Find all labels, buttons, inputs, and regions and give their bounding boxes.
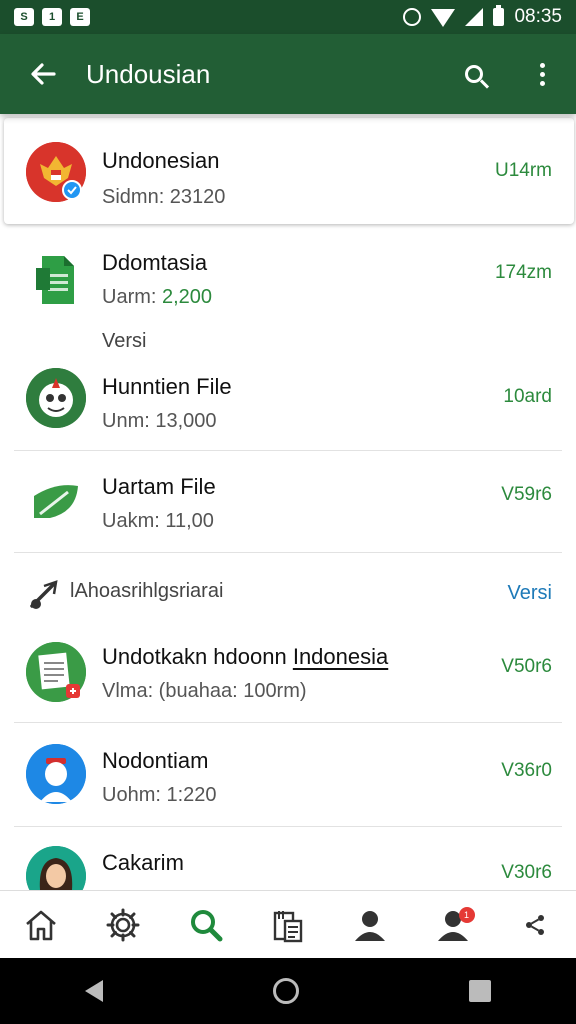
nav-search[interactable] <box>176 895 236 955</box>
gear-icon <box>106 908 140 941</box>
notification-icon: E <box>70 8 90 26</box>
emblem-icon <box>26 142 86 202</box>
item-subtitle: Unm: 13,000 <box>102 410 217 432</box>
nav-settings[interactable] <box>93 895 153 955</box>
item-title: Uartam File <box>102 474 216 499</box>
item-subtitle: Vlma: (buahaa: 100rm) <box>102 680 307 702</box>
alarm-icon <box>403 8 422 26</box>
list-item[interactable]: Undotkakn hdoonn Indonesia Vlma: (buahaa… <box>14 634 562 720</box>
item-meta: 174zm <box>494 262 552 283</box>
results-list[interactable]: Undonesian Sidmn: 23120 U14rm Ddomtasia … <box>0 114 576 890</box>
item-subtitle: Uohm: 1:220 <box>102 784 217 806</box>
signal-icon <box>465 8 484 26</box>
battery-icon <box>493 5 505 26</box>
bottom-navigation: 1 <box>0 890 576 958</box>
nav-profile[interactable] <box>340 895 400 955</box>
section-label: Versi <box>102 330 147 352</box>
item-title: Ddomtasia <box>102 250 208 275</box>
list-item[interactable]: Uartam File Uakm: 11,00 V59r6 <box>14 464 562 550</box>
item-meta: V36r0 <box>501 760 552 781</box>
item-meta: V30r6 <box>501 862 552 883</box>
system-navigation-bar <box>0 958 576 1024</box>
item-meta: U14rm <box>494 160 552 181</box>
spreadsheet-icon <box>26 250 86 310</box>
item-subtitle: Sidmn: 23120 <box>102 186 226 208</box>
notification-icons: S 1 E <box>14 8 90 26</box>
arrow-left-icon <box>31 63 56 85</box>
search-icon <box>190 909 223 941</box>
item-meta: V50r6 <box>501 656 552 677</box>
list-item[interactable]: Nodontiam Uohm: 1:220 V36r0 <box>14 738 562 824</box>
page-title: Undousian <box>86 58 211 89</box>
item-title: Cakarim <box>102 850 184 875</box>
section-title: lAhoasrihlgsriarai <box>70 580 224 602</box>
divider <box>14 552 562 553</box>
item-meta: V59r6 <box>501 484 552 505</box>
status-time: 08:35 <box>514 6 562 27</box>
more-vert-icon <box>539 62 545 86</box>
home-icon <box>26 910 56 940</box>
woman-icon <box>26 846 86 890</box>
system-home-button[interactable] <box>273 978 299 1004</box>
mask-icon <box>26 368 86 428</box>
nav-share[interactable] <box>505 895 565 955</box>
status-bar: S 1 E 08:35 <box>0 0 576 34</box>
notification-icon: 1 <box>42 8 62 26</box>
item-subtitle: Uarm: 2,200 <box>102 286 213 308</box>
app-bar: Undousian <box>0 34 576 114</box>
search-icon <box>465 65 483 83</box>
documents-icon <box>273 910 303 942</box>
share-icon <box>525 914 544 935</box>
more-options-button[interactable] <box>508 34 576 114</box>
item-subtitle: Uakm: 11,00 <box>102 510 214 532</box>
item-title: Nodontiam <box>102 748 209 773</box>
list-item[interactable]: Hunntien File Unm: 13,000 10ard <box>14 364 562 450</box>
indonesia-link[interactable]: Indonesia <box>293 644 388 669</box>
person-icon <box>355 910 386 941</box>
list-item[interactable]: Ddomtasia Uarm: 2,200 174zm <box>14 240 562 320</box>
list-item[interactable]: Cakarim V30r6 <box>14 840 562 890</box>
document-icon <box>26 642 86 702</box>
item-title: Hunntien File <box>102 374 232 399</box>
person-icon <box>26 744 86 804</box>
section-action-link[interactable]: Versi <box>508 582 552 605</box>
item-meta: 10ard <box>503 386 552 407</box>
notification-icon: S <box>14 8 34 26</box>
leaf-icon <box>26 470 86 530</box>
nav-documents[interactable] <box>258 895 318 955</box>
system-recents-button[interactable] <box>469 980 491 1002</box>
nav-home[interactable] <box>11 895 71 955</box>
item-title: Undotkakn hdoonn Indonesia <box>102 644 389 669</box>
list-item[interactable]: Undonesian Sidmn: 23120 U14rm <box>4 118 574 224</box>
divider <box>14 722 562 723</box>
search-button[interactable] <box>440 34 508 114</box>
notification-badge: 1 <box>458 906 475 923</box>
system-back-button[interactable] <box>85 980 103 1002</box>
nav-contacts[interactable]: 1 <box>423 895 483 955</box>
divider <box>14 450 562 451</box>
broadcast-icon <box>30 580 58 609</box>
item-title: Undonesian <box>102 148 220 173</box>
divider <box>14 826 562 827</box>
back-button[interactable] <box>0 34 86 114</box>
section-header: lAhoasrihlgsriarai Versi <box>14 566 562 622</box>
wifi-icon <box>431 9 456 27</box>
